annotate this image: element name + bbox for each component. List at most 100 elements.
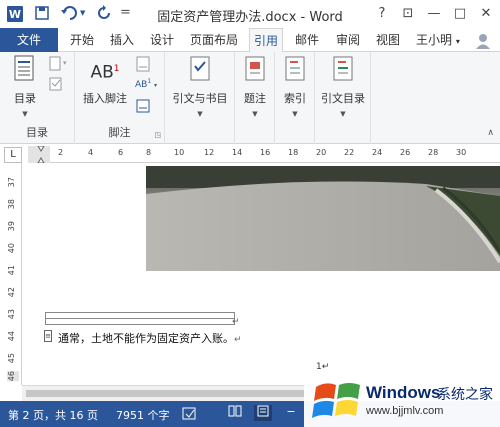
footnote-icon-superscript: 1: [113, 64, 120, 74]
update-table-icon[interactable]: [48, 76, 64, 95]
group-footnotes: AB1 插入脚注 AB1 ▾ 脚注 ◳: [75, 52, 165, 144]
ruler-tick: 28: [428, 148, 439, 157]
next-footnote-icon[interactable]: AB1 ▾: [135, 78, 157, 90]
tab-review[interactable]: 审阅: [336, 28, 360, 52]
captions-button[interactable]: 题注 ▼: [237, 54, 273, 118]
toc-button[interactable]: 目录 ▼: [6, 54, 44, 118]
group-toc-label: 目录: [26, 126, 48, 139]
chevron-down-icon: ▼: [22, 110, 28, 118]
ribbon-display-options-button[interactable]: ⊡: [396, 3, 420, 25]
dialog-launcher-icon[interactable]: ◳: [154, 131, 161, 139]
footnote-icon-text: AB: [90, 62, 114, 83]
insert-footnote-button[interactable]: AB1 插入脚注: [79, 54, 131, 106]
maximize-button[interactable]: □: [448, 3, 472, 25]
show-notes-icon[interactable]: [135, 98, 151, 117]
table-of-authorities-button[interactable]: 引文目录 ▼: [317, 54, 369, 118]
ruler-tick: 8: [146, 148, 152, 157]
body-paragraph-text: 通常，土地不能作为固定资产入账。: [58, 332, 234, 345]
index-button[interactable]: 索引 ▼: [277, 54, 313, 118]
redo-icon[interactable]: [96, 5, 112, 25]
undo-icon[interactable]: [60, 5, 80, 25]
scroll-thumb[interactable]: [26, 390, 326, 397]
add-text-icon[interactable]: ▾: [48, 56, 68, 75]
group-index: 索引 ▼: [275, 52, 315, 144]
paragraph-mark: ↵: [234, 335, 242, 345]
proofing-icon[interactable]: [182, 407, 198, 424]
vertical-ruler[interactable]: 37 38 39 40 41 42 43 44 45 46: [4, 163, 22, 385]
chevron-down-icon: ▼: [252, 110, 258, 118]
ribbon-tabs: 文件 开始 插入 设计 页面布局 引用 邮件 审阅 视图 王小明 ▾: [0, 28, 500, 53]
ruler-tick: 30: [456, 148, 467, 157]
user-account[interactable]: 王小明 ▾: [416, 28, 460, 52]
tab-references[interactable]: 引用: [249, 28, 284, 53]
tab-home[interactable]: 开始: [70, 28, 94, 52]
inserted-photo[interactable]: [146, 166, 500, 271]
chevron-down-icon: ▼: [197, 110, 203, 118]
group-captions: 题注 ▼: [235, 52, 275, 144]
page-number-footer: 1↵: [316, 362, 329, 372]
ruler-tick: 42: [7, 287, 16, 298]
watermark-brand-cn: 系统之家: [437, 387, 493, 403]
user-avatar-icon[interactable]: [474, 28, 492, 52]
table-of-contents-icon: [12, 54, 38, 84]
save-icon[interactable]: [34, 5, 50, 25]
tab-file[interactable]: 文件: [0, 28, 58, 52]
group-citations: 引文与书目 ▼: [165, 52, 235, 144]
ruler-tick: 2: [58, 148, 64, 157]
tab-mailings[interactable]: 邮件: [295, 28, 319, 52]
chevron-down-icon: ▼: [340, 110, 346, 118]
horizontal-ruler[interactable]: 2 4 6 8 10 12 14 16 18 20 22 24 26 28 30: [28, 146, 500, 163]
next-footnote-icon-text: AB: [135, 80, 148, 90]
ruler-tick: 41: [7, 265, 16, 276]
tab-insert[interactable]: 插入: [110, 28, 134, 52]
citations-bibliography-label: 引文与书目: [172, 92, 228, 105]
zoom-out-icon[interactable]: −: [282, 405, 300, 421]
windows-watermark-logo: Windows 系统之家 www.bjjmlv.com: [304, 374, 500, 427]
undo-dropdown-icon[interactable]: ▼: [80, 9, 85, 17]
windows-logo-icon: [312, 383, 360, 418]
word-icon[interactable]: W: [6, 5, 24, 27]
word-count[interactable]: 7951 个字: [116, 407, 170, 423]
caption-icon: [242, 54, 268, 84]
page-count[interactable]: 第 2 页，共 16 页: [8, 407, 98, 423]
road-photo-image: [146, 166, 500, 271]
ruler-tick: 22: [344, 148, 355, 157]
ruler-tick: 10: [174, 148, 185, 157]
svg-text:▾: ▾: [63, 59, 67, 67]
ruler-tick: 38: [7, 199, 16, 210]
watermark-brand: Windows: [366, 383, 441, 402]
citations-bibliography-button[interactable]: 引文与书目 ▼: [171, 54, 229, 118]
group-footnotes-label: 脚注: [108, 126, 131, 139]
ruler-tick: 14: [232, 148, 243, 157]
watermark-url: www.bjjmlv.com: [366, 405, 444, 417]
citation-icon: [187, 54, 213, 84]
ruler-tick: 12: [204, 148, 215, 157]
print-layout-icon[interactable]: [254, 405, 272, 421]
collapse-ribbon-icon[interactable]: ∧: [487, 128, 494, 138]
help-button[interactable]: ?: [370, 3, 394, 25]
window-title: 固定资产管理办法.docx - Word: [157, 10, 343, 25]
customize-toolbar-icon[interactable]: =: [120, 5, 131, 20]
insert-endnote-icon[interactable]: [135, 56, 153, 75]
close-button[interactable]: ✕: [474, 3, 498, 25]
table-of-authorities-label: 引文目录: [321, 92, 365, 105]
tab-view[interactable]: 视图: [376, 28, 400, 52]
ruler-tick: 4: [88, 148, 94, 157]
ruler-tick: 40: [7, 243, 16, 254]
caption-divider: [46, 318, 234, 319]
layout-options-icon[interactable]: ≡: [44, 330, 52, 342]
body-paragraph[interactable]: 通常，土地不能作为固定资产入账。↵: [58, 330, 242, 346]
next-footnote-icon-sup: 1: [147, 78, 152, 85]
paragraph-mark: ↵: [232, 317, 240, 327]
captions-label: 题注: [244, 92, 266, 105]
minimize-button[interactable]: —: [422, 3, 446, 25]
ruler-tick: 44: [7, 331, 16, 342]
index-icon: [282, 54, 308, 84]
tab-selector[interactable]: L: [4, 147, 22, 163]
read-mode-icon[interactable]: [226, 405, 244, 421]
tab-design[interactable]: 设计: [150, 28, 174, 52]
group-toc: 目录 ▼ ▾ 目录: [0, 52, 75, 144]
ruler-tick: 45: [7, 353, 16, 364]
tab-page-layout[interactable]: 页面布局: [190, 28, 238, 52]
paragraph-mark: ↵: [321, 362, 330, 372]
